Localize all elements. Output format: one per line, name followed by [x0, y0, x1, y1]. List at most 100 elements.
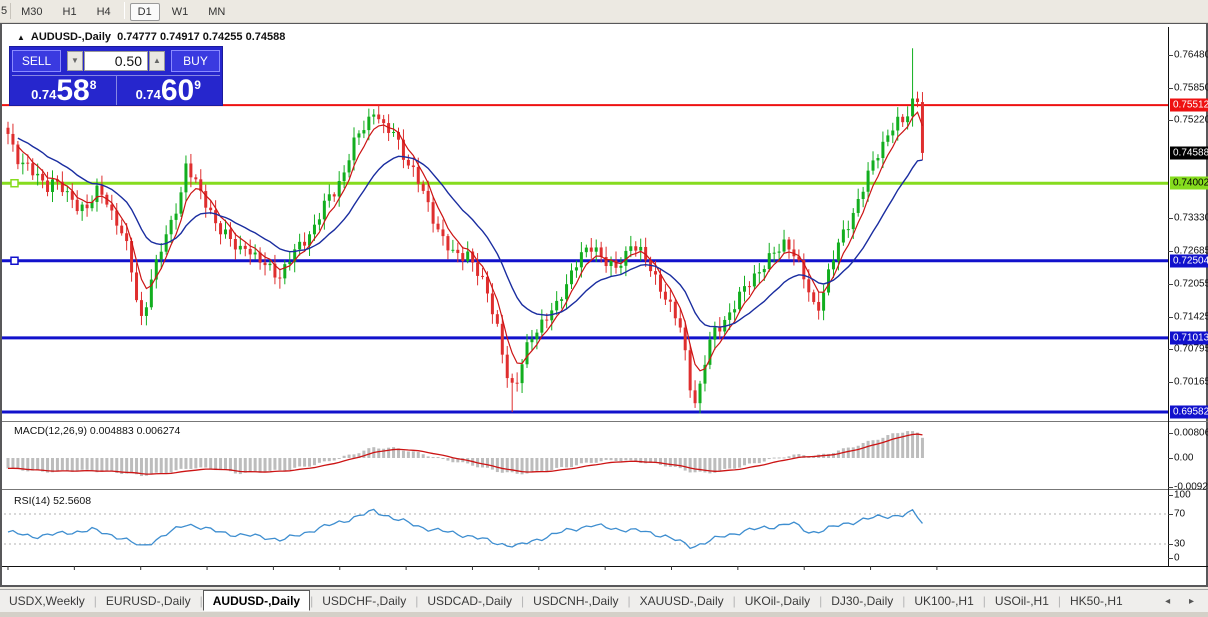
- candle-body: [594, 247, 598, 252]
- macd-histogram-bar: [421, 454, 425, 458]
- tab-scroll-arrows[interactable]: ◂ ▸: [1165, 596, 1202, 607]
- candle-body: [743, 286, 747, 292]
- timeframe-button-h1[interactable]: H1: [55, 3, 85, 21]
- timeframe-button-mn[interactable]: MN: [200, 3, 233, 21]
- sell-price-display[interactable]: 0.74 58 8: [12, 75, 117, 106]
- candle-body: [579, 252, 583, 268]
- macd-histogram-bar: [609, 458, 613, 461]
- macd-histogram-bar: [738, 458, 742, 468]
- candle-body: [896, 116, 900, 131]
- macd-histogram-bar: [194, 458, 198, 469]
- candle-body: [812, 292, 816, 302]
- macd-group: [6, 431, 924, 477]
- macd-histogram-bar: [500, 458, 504, 473]
- chart-tab-uk100-h1[interactable]: UK100-,H1: [905, 592, 982, 610]
- candle-body: [683, 327, 687, 351]
- timeframe-button-d1[interactable]: D1: [129, 3, 160, 21]
- macd-histogram-bar: [446, 458, 450, 461]
- chart-tab-eurusd-daily[interactable]: EURUSD-,Daily: [97, 592, 200, 610]
- chart-tab-dj30-daily[interactable]: DJ30-,Daily: [822, 592, 902, 610]
- candle-body: [367, 116, 371, 131]
- candle-body: [253, 252, 257, 255]
- chart-tab-usoil-h1[interactable]: USOil-,H1: [986, 592, 1058, 610]
- lot-size-input[interactable]: 0.50: [84, 51, 148, 71]
- chart-tab-xauusd-daily[interactable]: XAUUSD-,Daily: [631, 592, 733, 610]
- buy-button[interactable]: BUY: [171, 50, 220, 72]
- candle-body: [466, 251, 470, 262]
- macd-histogram-bar: [831, 452, 835, 458]
- macd-histogram-bar: [614, 458, 618, 461]
- candle-body: [159, 251, 163, 260]
- axis-label: 0.75850: [1174, 82, 1208, 94]
- macd-histogram-bar: [545, 458, 549, 472]
- status-strip: [0, 612, 1208, 617]
- macd-histogram-bar: [303, 458, 307, 467]
- line-handle[interactable]: [10, 178, 19, 188]
- timeframe-button-w1[interactable]: W1: [164, 3, 197, 21]
- chart-tab-usdchf-daily[interactable]: USDCHF-,Daily: [313, 592, 415, 610]
- macd-histogram-bar: [693, 458, 697, 473]
- macd-histogram-bar: [327, 458, 331, 462]
- sell-button[interactable]: SELL: [12, 50, 61, 72]
- candle-body: [233, 238, 237, 250]
- candle-body: [841, 229, 845, 243]
- macd-histogram-bar: [416, 452, 420, 458]
- axis-tick: [1168, 487, 1173, 488]
- macd-histogram-bar: [663, 458, 667, 467]
- macd-histogram-bar: [861, 442, 865, 458]
- lot-increase-button[interactable]: ▲: [149, 51, 165, 71]
- candle-body: [6, 127, 10, 134]
- candle-body: [762, 269, 766, 273]
- candle-body: [268, 263, 272, 266]
- candle-body: [416, 167, 420, 184]
- sell-price-base: 0.74: [31, 87, 57, 102]
- timeframe-button-m30[interactable]: M30: [13, 3, 50, 21]
- candle-body: [728, 312, 732, 320]
- macd-histogram-bar: [757, 458, 761, 464]
- candle-body: [179, 192, 183, 214]
- collapse-panel-icon[interactable]: ▲: [17, 33, 25, 42]
- macd-histogram-bar: [253, 458, 257, 472]
- line-handle[interactable]: [10, 256, 19, 266]
- candle-body: [515, 382, 519, 384]
- macd-histogram-bar: [846, 447, 850, 458]
- axis-label: 0.76480: [1174, 49, 1208, 61]
- chart-tab-audusd-daily[interactable]: AUDUSD-,Daily: [202, 589, 311, 611]
- macd-histogram-bar: [184, 458, 188, 469]
- candle-body: [21, 162, 25, 165]
- candle-body: [451, 249, 455, 251]
- macd-histogram-bar: [214, 458, 218, 471]
- timeframe-button-h4[interactable]: H4: [89, 3, 119, 21]
- macd-histogram-bar: [392, 447, 396, 458]
- candle-body: [540, 319, 544, 333]
- chart-tab-hk50-h1[interactable]: HK50-,H1: [1061, 592, 1132, 610]
- macd-histogram-bar: [174, 458, 178, 471]
- chart-tab-usdx-weekly[interactable]: USDX,Weekly: [0, 592, 94, 610]
- candle-body: [510, 378, 514, 383]
- chart-tab-ukoil-daily[interactable]: UKOil-,Daily: [736, 592, 819, 610]
- candle-body: [357, 133, 361, 138]
- macd-histogram-bar: [886, 435, 890, 458]
- macd-histogram-bar: [881, 437, 885, 458]
- buy-price-display[interactable]: 0.74 60 9: [116, 75, 220, 106]
- chart-tab-usdcad-daily[interactable]: USDCAD-,Daily: [418, 592, 521, 610]
- ma-slow-line: [17, 137, 923, 328]
- timeframe-m5-partial-button[interactable]: 5: [0, 3, 12, 19]
- sell-price-point: 8: [89, 78, 97, 92]
- candle-body: [629, 246, 633, 251]
- macd-histogram-bar: [332, 458, 336, 461]
- candle-body: [777, 251, 781, 253]
- macd-histogram-bar: [619, 458, 623, 462]
- chart-tab-usdcnh-daily[interactable]: USDCNH-,Daily: [524, 592, 627, 610]
- candle-body: [209, 207, 213, 211]
- axis-tick: [1168, 433, 1173, 434]
- candle-body: [891, 130, 895, 136]
- axis-label: 0.70795: [1174, 343, 1208, 355]
- lot-decrease-button[interactable]: ▼: [67, 51, 83, 71]
- candle-body: [545, 319, 549, 321]
- price-chart-canvas[interactable]: [2, 24, 1208, 613]
- macd-histogram-bar: [772, 457, 776, 459]
- candle-body: [535, 332, 539, 340]
- candle-body: [920, 102, 924, 153]
- candle-body: [619, 265, 623, 268]
